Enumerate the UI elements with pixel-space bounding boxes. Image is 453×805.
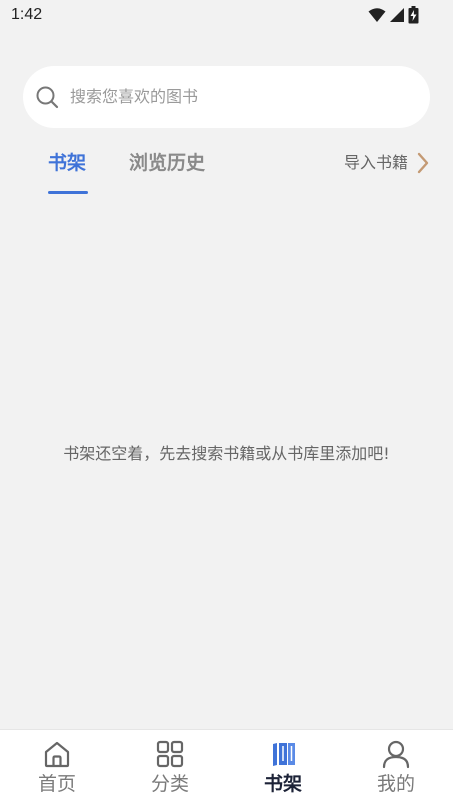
tab-browse-history[interactable]: 浏览历史	[129, 148, 205, 178]
search-bar[interactable]: 搜索您喜欢的图书	[23, 66, 430, 128]
chevron-right-icon	[417, 152, 429, 174]
person-icon	[382, 740, 410, 769]
home-icon	[44, 741, 70, 768]
import-books-label: 导入书籍	[343, 153, 408, 172]
nav-item-bookshelf[interactable]: 书架	[243, 738, 323, 802]
status-time: 1:42	[11, 6, 43, 23]
import-books-link[interactable]: 导入书籍	[344, 150, 430, 176]
tab-bookshelf[interactable]: 书架	[48, 148, 86, 178]
tab-bar: 书架 浏览历史 导入书籍	[0, 148, 453, 198]
status-icons	[368, 6, 419, 24]
empty-shelf-message: 书架还空着，先去搜索书籍或从书库里添加吧!	[63, 444, 390, 463]
wifi-icon	[368, 8, 386, 22]
battery-charging-icon	[408, 6, 419, 24]
active-tab-indicator	[48, 191, 88, 194]
search-icon	[36, 86, 59, 109]
grid-icon	[156, 740, 184, 768]
cellular-signal-icon	[390, 8, 404, 22]
nav-item-category[interactable]: 分类	[130, 738, 210, 802]
nav-label-mine: 我的	[376, 773, 415, 795]
bottom-nav: 首页 分类 书架 我的	[0, 729, 453, 805]
status-bar: 1:42	[0, 0, 453, 30]
nav-label-home: 首页	[37, 773, 76, 795]
search-placeholder: 搜索您喜欢的图书	[70, 87, 199, 106]
nav-label-category: 分类	[150, 773, 189, 795]
nav-label-bookshelf: 书架	[263, 773, 302, 795]
bookshelf-icon	[273, 743, 295, 766]
nav-item-home[interactable]: 首页	[17, 738, 97, 802]
nav-item-mine[interactable]: 我的	[356, 738, 436, 802]
